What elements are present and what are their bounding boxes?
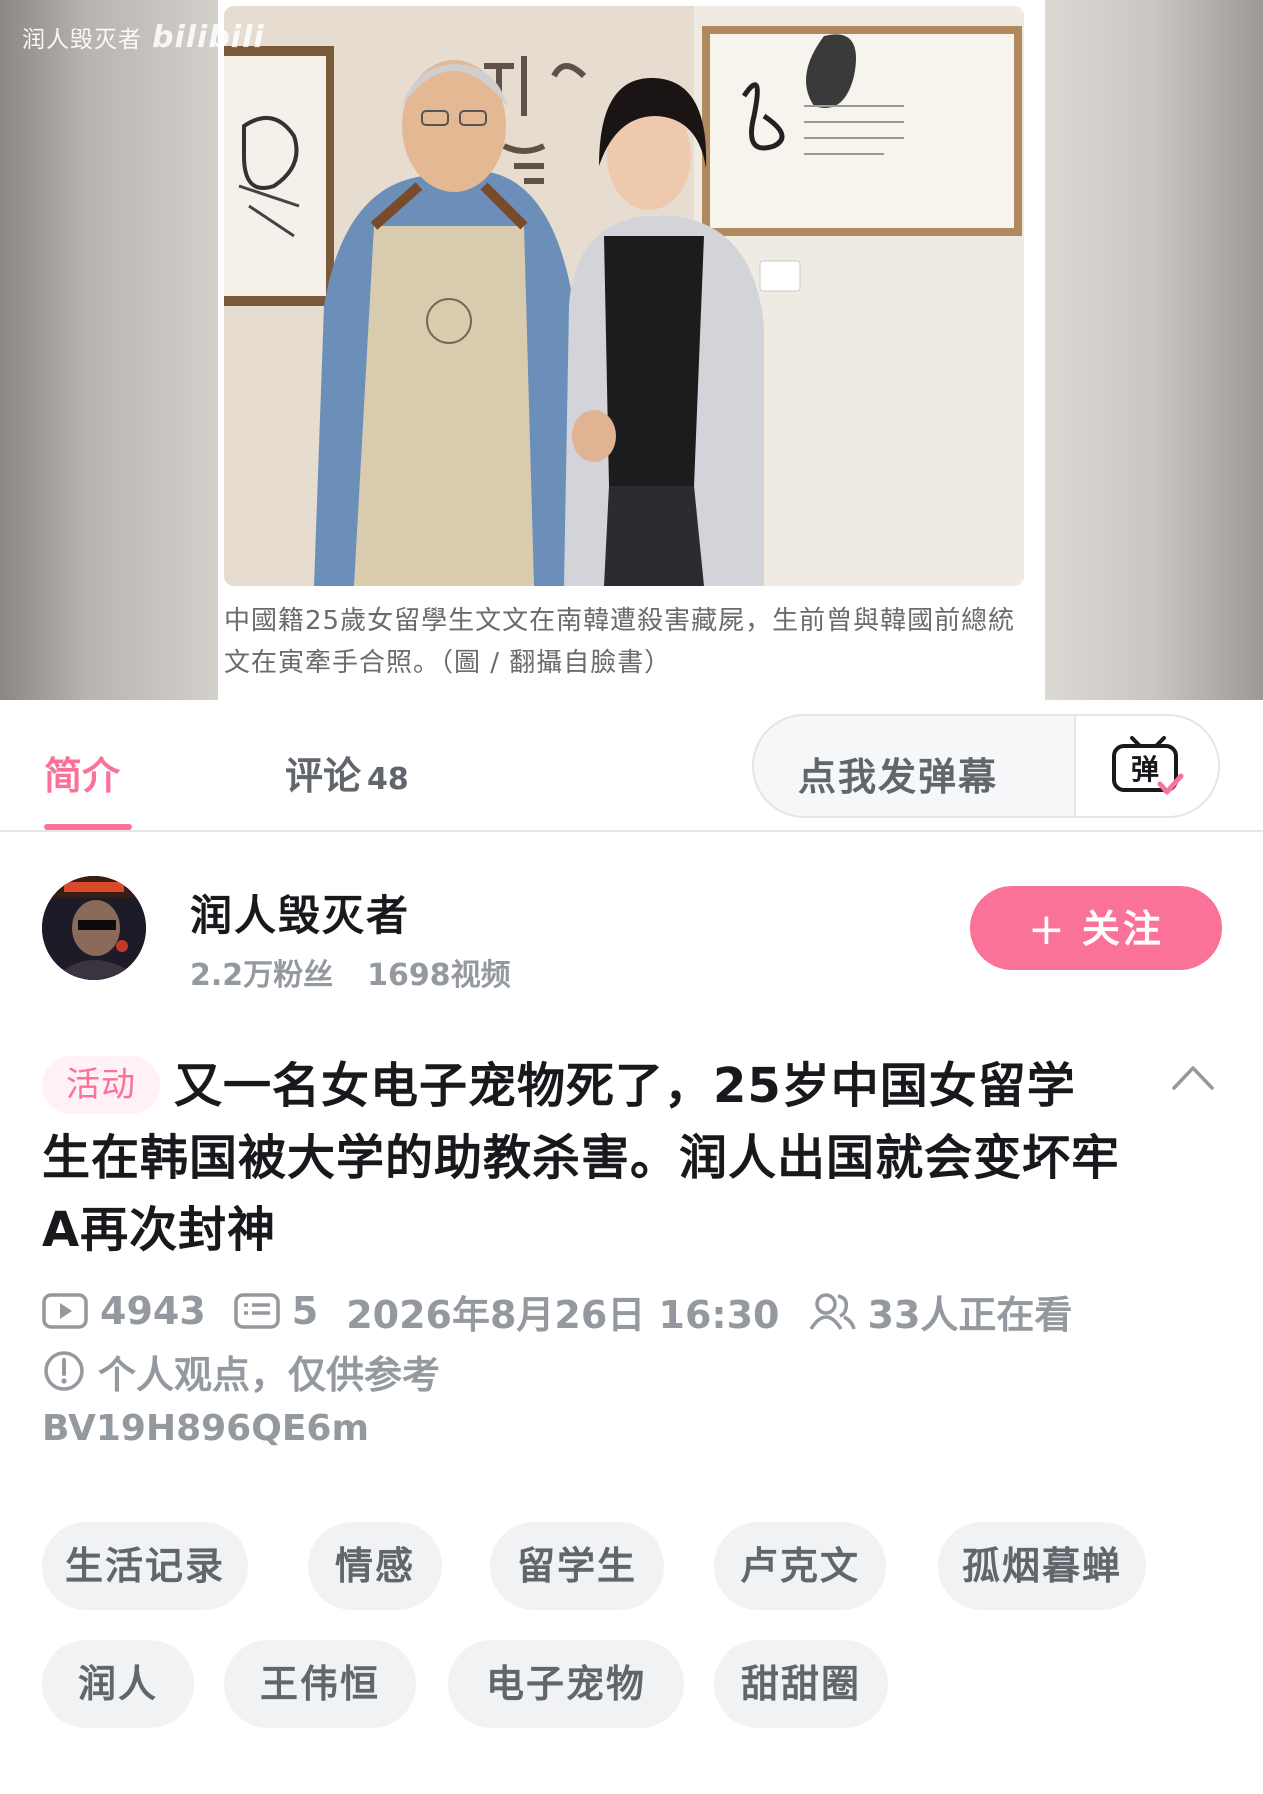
tag-item[interactable]: 生活记录 xyxy=(42,1522,248,1610)
video-watermark: 润人毁灭者 bilibili xyxy=(22,20,265,55)
tab-intro-label: 简介 xyxy=(44,754,121,798)
bv-id: BV19H896QE6m xyxy=(42,1408,369,1449)
danmaku-toggle-button[interactable]: 弹 xyxy=(1074,716,1218,816)
follow-button[interactable]: + 关注 xyxy=(970,886,1222,970)
disclaimer-text: 个人观点，仅供参考 xyxy=(98,1352,441,1397)
collapse-chevron-icon[interactable] xyxy=(1170,1062,1216,1096)
danmaku-bar: 点我发弹幕 弹 xyxy=(752,714,1220,818)
viewers-icon xyxy=(808,1291,856,1331)
watching-now: 33人正在看 xyxy=(867,1292,1073,1337)
news-photo xyxy=(224,6,1024,586)
uploader-fans: 2.2万粉丝 xyxy=(190,958,334,993)
danmaku-count-icon xyxy=(234,1291,280,1331)
uploader-stats: 2.2万粉丝 1698视频 xyxy=(190,950,511,994)
tab-bar: 简介 评论 48 点我发弹幕 弹 xyxy=(0,700,1263,832)
tag-item[interactable]: 情感 xyxy=(308,1522,442,1610)
active-tab-indicator xyxy=(44,824,132,830)
disclaimer: 个人观点，仅供参考 xyxy=(42,1346,441,1397)
tag-item[interactable]: 甜甜圈 xyxy=(714,1640,888,1728)
tag-item[interactable]: 电子宠物 xyxy=(448,1640,684,1728)
video-blur-right xyxy=(1045,0,1263,700)
tag-item[interactable]: 孤烟暮蝉 xyxy=(938,1522,1146,1610)
news-caption: 中國籍25歲女留學生文文在南韓遭殺害藏屍，生前曾與韓國前總統文在寅牽手合照。（圖… xyxy=(224,606,1016,678)
danmaku-count: 5 xyxy=(291,1289,319,1333)
avatar-image xyxy=(42,876,146,980)
tag-item[interactable]: 王伟恒 xyxy=(224,1640,416,1728)
bilibili-logo: bilibili xyxy=(152,20,265,55)
view-count: 4943 xyxy=(100,1289,206,1333)
uploader-name[interactable]: 润人毁灭者 xyxy=(190,882,410,943)
photo-illustration xyxy=(224,6,1024,586)
tag-item[interactable]: 留学生 xyxy=(490,1522,664,1610)
danmaku-icon: 弹 xyxy=(1112,736,1184,795)
activity-badge[interactable]: 活动 xyxy=(42,1056,160,1114)
watermark-channel: 润人毁灭者 xyxy=(22,27,142,53)
tab-intro[interactable]: 简介 xyxy=(44,745,120,800)
tag-item[interactable]: 卢克文 xyxy=(714,1522,886,1610)
video-blur-left xyxy=(0,0,220,700)
tab-comments-label: 评论 xyxy=(285,754,362,798)
tag-item[interactable]: 润人 xyxy=(42,1640,194,1728)
video-meta: 4943 5 2026年8月26日 16:30 33人正在看 xyxy=(42,1286,1073,1337)
news-screenshot: 中國籍25歲女留學生文文在南韓遭殺害藏屍，生前曾與韓國前總統文在寅牽手合照。（圖… xyxy=(218,0,1045,700)
video-title: 活动 又一名女电子宠物死了，25岁中国女留学生在韩国被大学的助教杀害。润人出国就会… xyxy=(42,1050,1122,1266)
warning-icon xyxy=(42,1349,86,1393)
video-title-text: 又一名女电子宠物死了，25岁中国女留学生在韩国被大学的助教杀害。润人出国就会变坏… xyxy=(42,1058,1121,1258)
plus-icon: + xyxy=(1028,904,1068,955)
chevron-up-icon xyxy=(1172,1066,1214,1090)
comments-count: 48 xyxy=(367,762,409,797)
tab-comments[interactable]: 评论 48 xyxy=(285,745,409,800)
video-player[interactable]: 中國籍25歲女留學生文文在南韓遭殺害藏屍，生前曾與韓國前總統文在寅牽手合照。（圖… xyxy=(0,0,1263,700)
play-count-icon xyxy=(42,1291,88,1331)
uploader-avatar[interactable] xyxy=(42,876,146,980)
publish-datetime: 2026年8月26日 16:30 xyxy=(346,1292,780,1337)
danmaku-input[interactable]: 点我发弹幕 xyxy=(798,746,998,801)
danmaku-icon-glyph: 弹 xyxy=(1131,753,1159,786)
follow-label: 关注 xyxy=(1081,907,1164,951)
uploader-videos: 1698视频 xyxy=(367,958,511,993)
